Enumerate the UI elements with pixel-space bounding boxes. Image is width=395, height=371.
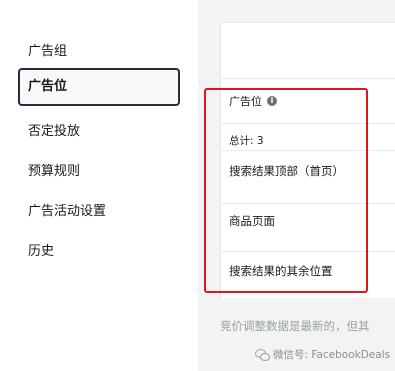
divider xyxy=(221,123,395,124)
column-header-label: 广告位 xyxy=(229,95,262,108)
sidebar-item-history[interactable]: 历史 xyxy=(28,240,54,259)
divider xyxy=(221,203,395,204)
watermark-text: 微信号: FacebookDeals xyxy=(273,349,391,361)
table-row-rest-of-search: 搜索结果的其余位置 xyxy=(229,264,333,278)
bid-adjustment-note: 竞价调整数据是最新的，但其 xyxy=(220,319,370,333)
divider xyxy=(221,150,395,151)
sidebar-item-ad-groups[interactable]: 广告组 xyxy=(28,40,67,59)
sidebar-item-campaign-settings[interactable]: 广告活动设置 xyxy=(28,200,106,219)
table-row-product-pages: 商品页面 xyxy=(229,214,275,228)
table-toolbar xyxy=(221,23,395,78)
placements-table: 广告位 i 总计: 3 搜索结果顶部（首页） 商品页面 搜索结果的其余位置 xyxy=(220,22,395,298)
total-count: 总计: 3 xyxy=(229,135,264,147)
main-panel: 广告位 i 总计: 3 搜索结果顶部（首页） 商品页面 搜索结果的其余位置 xyxy=(198,0,395,371)
divider xyxy=(221,251,395,252)
sidebar-item-budget-rules[interactable]: 预算规则 xyxy=(28,160,80,179)
sidebar-item-negative-targeting[interactable]: 否定投放 xyxy=(28,120,80,139)
wechat-icon xyxy=(255,349,270,361)
sidebar: 广告组 广告位 否定投放 预算规则 广告活动设置 历史 xyxy=(0,0,198,371)
watermark: 微信号: FacebookDeals xyxy=(255,347,390,362)
table-row-top-of-search: 搜索结果顶部（首页） xyxy=(229,164,344,178)
sidebar-item-placements[interactable]: 广告位 xyxy=(18,68,180,106)
divider xyxy=(221,78,395,79)
column-header-placement[interactable]: 广告位 i xyxy=(229,93,277,109)
info-icon[interactable]: i xyxy=(267,96,277,106)
